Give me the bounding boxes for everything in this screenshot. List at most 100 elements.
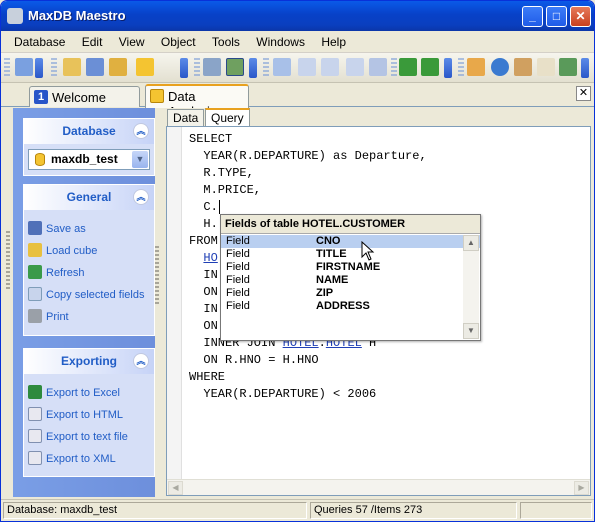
chevron-down-icon[interactable]: ▼ bbox=[132, 151, 148, 168]
menu-help[interactable]: Help bbox=[321, 31, 346, 49]
excel-icon bbox=[28, 385, 42, 399]
home-icon[interactable] bbox=[467, 58, 485, 76]
link-label: Load cube bbox=[46, 245, 98, 257]
list-item[interactable]: Field TITLE bbox=[221, 248, 480, 261]
close-button[interactable]: ✕ bbox=[570, 6, 591, 27]
scroll-down-icon[interactable]: ▼ bbox=[463, 323, 479, 339]
popup-scrollbar[interactable]: ▲ ▼ bbox=[463, 235, 479, 339]
toolbar-dropdown[interactable] bbox=[249, 58, 257, 78]
scroll-right-icon[interactable]: ▶ bbox=[574, 481, 589, 495]
export-to-excel-link[interactable]: Export to Excel bbox=[24, 382, 154, 404]
mouse-pointer-icon bbox=[361, 241, 375, 261]
close-tab-icon[interactable]: ✕ bbox=[576, 86, 591, 101]
menu-tools[interactable]: Tools bbox=[212, 31, 240, 49]
minimize-button[interactable]: _ bbox=[522, 6, 543, 27]
toolbar-grip bbox=[391, 58, 397, 78]
tab-data[interactable]: Data bbox=[167, 109, 205, 126]
delete-icon[interactable] bbox=[369, 58, 387, 76]
item-kind: Field bbox=[226, 274, 250, 286]
export-to-html-link[interactable]: Export to HTML bbox=[24, 404, 154, 426]
copy-selected-fields-link[interactable]: Copy selected fields bbox=[24, 284, 154, 306]
forward-icon[interactable] bbox=[421, 58, 439, 76]
list-item[interactable]: Field ZIP bbox=[221, 287, 480, 300]
menu-bar: Database Edit View Object Tools Windows … bbox=[1, 31, 594, 53]
panel-header[interactable]: Database ︽ bbox=[24, 119, 154, 144]
status-bar: Database: maxdb_test Queries 57 /Items 2… bbox=[1, 499, 594, 521]
chart-icon[interactable] bbox=[86, 58, 104, 76]
item-kind: Field bbox=[226, 248, 250, 260]
cube-icon[interactable] bbox=[136, 58, 154, 76]
layout-icon[interactable] bbox=[298, 58, 316, 76]
database-icon bbox=[35, 153, 45, 166]
status-database: Database: maxdb_test bbox=[3, 502, 307, 519]
table-link[interactable]: HO bbox=[203, 251, 217, 265]
code-text: C. bbox=[189, 200, 218, 214]
back-icon[interactable] bbox=[399, 58, 417, 76]
layout-icon[interactable] bbox=[321, 58, 339, 76]
link-label: Export to Excel bbox=[46, 387, 120, 399]
toolbar-dropdown[interactable] bbox=[444, 58, 452, 78]
left-sidebar: Database ︽ maxdb_test ▼ General ︽ Save a… bbox=[13, 108, 155, 497]
panel-header[interactable]: Exporting ︽ bbox=[24, 349, 154, 374]
menu-windows[interactable]: Windows bbox=[256, 31, 305, 49]
code-line: WHERE bbox=[189, 370, 226, 384]
list-item[interactable]: Field NAME bbox=[221, 274, 480, 287]
filter-icon[interactable] bbox=[203, 58, 221, 76]
database-select[interactable]: maxdb_test ▼ bbox=[28, 149, 150, 170]
menu-object[interactable]: Object bbox=[161, 31, 196, 49]
save-as-link[interactable]: Save as bbox=[24, 218, 154, 240]
toolbar-dropdown[interactable] bbox=[180, 58, 188, 78]
menu-view[interactable]: View bbox=[119, 31, 145, 49]
toolbar-grip bbox=[194, 58, 200, 78]
collapse-icon[interactable]: ︽ bbox=[133, 123, 149, 139]
layout-icon[interactable] bbox=[346, 58, 364, 76]
load-cube-link[interactable]: Load cube bbox=[24, 240, 154, 262]
user-icon[interactable] bbox=[514, 58, 532, 76]
splitter-grip[interactable] bbox=[6, 231, 10, 291]
wizard-icon[interactable] bbox=[109, 58, 127, 76]
panel-header[interactable]: General ︽ bbox=[24, 185, 154, 210]
splitter-grip[interactable] bbox=[155, 246, 159, 306]
print-link[interactable]: Print bbox=[24, 306, 154, 328]
collapse-icon[interactable]: ︽ bbox=[133, 189, 149, 205]
tab-number-badge: 1 bbox=[34, 90, 48, 104]
view-tabs: Data Query bbox=[163, 108, 594, 126]
tab-query[interactable]: Query bbox=[205, 108, 250, 126]
mail-icon[interactable] bbox=[537, 58, 555, 76]
status-counts: Queries 57 /Items 273 bbox=[310, 502, 517, 519]
toolbar-dropdown[interactable] bbox=[581, 58, 589, 78]
popup-header: Fields of table HOTEL.CUSTOMER bbox=[221, 215, 480, 234]
properties-icon[interactable] bbox=[63, 58, 81, 76]
toolbar-dropdown[interactable] bbox=[35, 58, 43, 78]
database-select-value: maxdb_test bbox=[51, 152, 118, 166]
folder-icon bbox=[28, 243, 42, 257]
maximize-button[interactable]: □ bbox=[546, 6, 567, 27]
link-label: Export to HTML bbox=[46, 409, 124, 421]
sort-icon[interactable] bbox=[226, 58, 244, 76]
export-icon[interactable] bbox=[273, 58, 291, 76]
download-icon[interactable] bbox=[559, 58, 577, 76]
item-name: FIRSTNAME bbox=[316, 261, 381, 273]
code-line: SELECT bbox=[189, 132, 233, 146]
list-item[interactable]: Field ADDRESS bbox=[221, 300, 480, 313]
menu-database[interactable]: Database bbox=[14, 31, 65, 49]
refresh-icon[interactable] bbox=[15, 58, 33, 76]
scroll-up-icon[interactable]: ▲ bbox=[463, 235, 479, 251]
collapse-icon[interactable]: ︽ bbox=[133, 353, 149, 369]
scroll-left-icon[interactable]: ◀ bbox=[168, 481, 183, 495]
list-item[interactable]: Field FIRSTNAME bbox=[221, 261, 480, 274]
tab-welcome-page[interactable]: 1 Welcome page bbox=[29, 86, 140, 120]
export-to-xml-link[interactable]: Export to XML bbox=[24, 448, 154, 470]
tab-data-analysis[interactable]: Data Analysis bbox=[145, 84, 249, 119]
title-bar[interactable]: MaxDB Maestro _ □ ✕ bbox=[1, 1, 594, 31]
item-name: ZIP bbox=[316, 287, 334, 299]
item-name: TITLE bbox=[316, 248, 347, 260]
horizontal-scrollbar[interactable]: ◀ ▶ bbox=[167, 479, 590, 495]
export-to-text-file-link[interactable]: Export to text file bbox=[24, 426, 154, 448]
general-panel: General ︽ Save as Load cube Refresh Copy… bbox=[23, 184, 155, 336]
list-item[interactable]: Field CNO bbox=[221, 235, 480, 248]
menu-edit[interactable]: Edit bbox=[82, 31, 103, 49]
globe-icon[interactable] bbox=[491, 58, 509, 76]
refresh-link[interactable]: Refresh bbox=[24, 262, 154, 284]
